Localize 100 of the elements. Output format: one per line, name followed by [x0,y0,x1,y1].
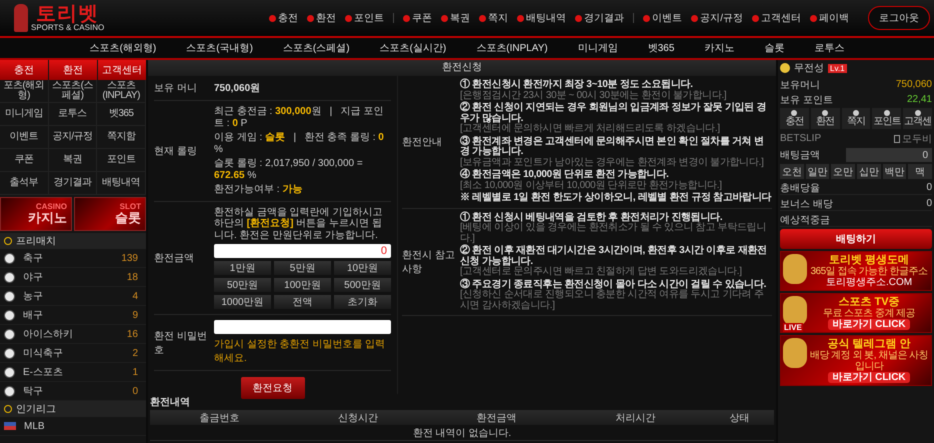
quick-button[interactable]: 고객센터 [98,60,146,80]
amount-chip[interactable]: 맥 [908,164,932,179]
menu-item[interactable]: 출석부 [0,172,49,195]
menu-item[interactable]: 포츠(해외형) [0,80,49,103]
circle-icon [307,14,314,22]
password-input[interactable] [214,320,391,334]
nav-tab[interactable]: 스포츠(국내형) [186,41,253,55]
column-header: 환전금액 [476,412,518,424]
nav-tab[interactable]: 스포츠(실시간) [380,41,446,55]
sport-item[interactable]: 아이스하키 16 [0,325,146,344]
info-title: ① 환전신청시 환전까지 최장 3~10분 정도 소요됩니다. [460,80,694,90]
amount-button[interactable]: 전액 [274,295,331,309]
promo-banner[interactable]: CASINO 카지노 [0,197,72,231]
sport-item[interactable]: 농구 4 [0,287,146,306]
menu-item[interactable]: 쪽지함 [97,126,146,149]
quick-button[interactable]: 포인트 [872,108,902,129]
nav-tab[interactable]: 슬롯 [764,41,784,55]
sport-item[interactable]: 배구 9 [0,306,146,325]
banner-link[interactable]: 토리평생주소.COM [826,277,912,288]
info-note: [보유금액과 포인트가 남아있는 경우에는 환전계좌 변경이 불가합니다.] [460,158,765,168]
amount-button[interactable]: 50만원 [214,278,271,292]
clear-link[interactable]: 모두비 [894,132,932,146]
amount-chip[interactable]: 오만 [831,164,855,179]
promo-banner[interactable]: 토리벳 평생도메 365일 접속 가능한 한글주소 토리평생주소.COM [780,251,932,292]
sport-item[interactable]: 축구 139 [0,249,146,268]
circle-icon [479,14,486,22]
banner-button[interactable]: 바로가기 CLICK [828,372,910,384]
header-link[interactable]: 포인트 [345,11,384,25]
menu-item[interactable]: 공지/규정 [48,126,98,149]
header-link[interactable]: 쿠폰 [403,11,432,25]
mascot-placeholder [14,4,28,32]
circle-icon [752,14,759,22]
menu-item[interactable]: 로투스 [48,103,98,126]
sport-count: 9 [132,310,138,320]
header-link[interactable]: 배팅내역 [517,11,566,25]
amount-chip[interactable]: 백만 [882,164,906,179]
logo-title[interactable]: 토리벳 [36,4,100,24]
rolling-info: 슬롯 롤링 : 2,017,950 / 300,000 = 672.65 % [214,158,364,181]
nav-tab[interactable]: 스포츠(해외형) [90,41,156,55]
menu-item[interactable]: 스포츠(INPLAY) [97,80,146,103]
sport-item[interactable]: 미식축구 2 [0,344,146,363]
quick-button[interactable]: 충전 [780,108,809,129]
nav-tab[interactable]: 로투스 [814,41,844,55]
quick-button[interactable]: 환전 [810,108,840,129]
menu-item[interactable]: 스포츠(스페셜) [48,80,98,103]
amount-button[interactable]: 10만원 [334,261,391,275]
quick-button[interactable]: 환전 [49,60,97,80]
banner-title: 슬롯 [115,210,141,226]
header-link[interactable]: 쪽지 [479,11,508,25]
quick-button[interactable]: 고객센 [903,108,932,129]
quick-button[interactable]: 쪽지 [842,108,870,129]
amount-button[interactable]: 1000만원 [214,295,271,309]
submit-button[interactable]: 환전요청 [240,377,304,399]
menu-item[interactable]: 경기결과 [48,172,98,195]
header-link[interactable]: 환전 [307,11,336,25]
banner-button[interactable]: 바로가기 CLICK [828,319,910,330]
amount-button[interactable]: 100만원 [274,278,331,292]
amount-button[interactable]: 500만원 [334,278,391,292]
sport-item[interactable]: E-스포츠 1 [0,363,146,382]
amount-chip[interactable]: 십만 [856,164,881,179]
header-link[interactable]: 공지/규정 [691,11,743,25]
info-title: ③ 주요경기 종료직후는 환전신청이 몰아 다소 시간이 걸릴 수 있습니다. [460,280,768,290]
amount-button[interactable]: 1만원 [214,261,271,275]
nav-tab[interactable]: 스포츠(스페셜) [282,41,350,55]
sport-name: E-스포츠 [23,366,64,379]
betslip-value: 0 [926,182,932,193]
menu-item[interactable]: 배팅내역 [97,172,146,195]
info-note: [신청하신 순서대로 진행되오니 충분한 시간적 여유를 두시고 기다려 주시면 감사하겠습니다.] [460,290,765,311]
bet-amount-input[interactable]: 0 [846,148,932,162]
amount-button[interactable]: 초기화 [334,295,391,309]
menu-item[interactable]: 포인트 [97,149,146,172]
header-link[interactable]: 충전 [269,11,298,25]
nav-tab[interactable]: 스포츠(INPLAY) [476,41,548,55]
header-link[interactable]: 고객센터 [752,11,801,25]
bet-button[interactable]: 배팅하기 [780,229,932,249]
quick-button[interactable]: 충전 [0,60,48,80]
promo-banner[interactable]: 공식 텔레그램 안 배당 계정 외 봇, 채널은 사칭입니다 바로가기 CLICK [780,335,932,386]
header-link[interactable]: 이벤트 [643,11,682,25]
logout-button[interactable]: 로그아웃 [868,6,930,30]
amount-input[interactable]: 0 [214,244,391,258]
circle-icon [810,14,817,22]
promo-banner[interactable]: LIVE 스포츠 TV중 무료 스포츠 중계 제공 바로가기 CLICK [780,293,932,334]
nav-tab[interactable]: 미니게임 [578,41,618,55]
header-link[interactable]: 복권 [441,11,470,25]
nav-tab[interactable]: 카지노 [704,41,734,55]
menu-item[interactable]: 이벤트 [0,126,49,149]
league-item[interactable]: MLB [0,417,146,436]
promo-banner[interactable]: SLOT 슬롯 [74,197,146,231]
header-link[interactable]: 페이백 [810,11,849,25]
amount-chip[interactable]: 오천 [780,164,804,179]
menu-item[interactable]: 복권 [48,149,98,172]
header-link[interactable]: 경기결과 [575,11,624,25]
amount-button[interactable]: 5만원 [274,261,331,275]
menu-item[interactable]: 벳365 [97,103,146,126]
sport-item[interactable]: 야구 18 [0,268,146,287]
amount-chip[interactable]: 일만 [806,164,830,179]
banner-subtitle: 365일 접속 가능한 한글주소 [810,266,928,278]
nav-tab[interactable]: 벳365 [648,41,674,55]
menu-item[interactable]: 쿠폰 [0,149,49,172]
menu-item[interactable]: 미니게임 [0,103,49,126]
